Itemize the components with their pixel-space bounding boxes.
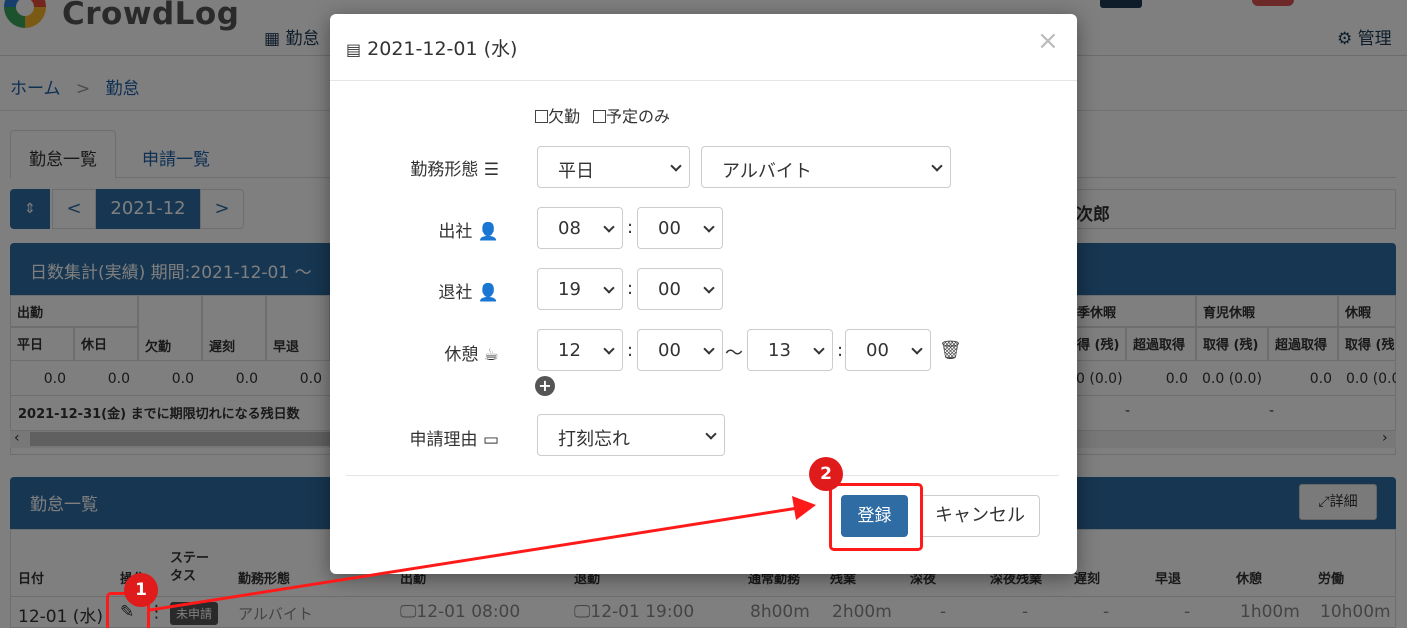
arrow-line bbox=[149, 506, 799, 612]
annotation-arrow bbox=[149, 496, 816, 612]
arrow-head bbox=[792, 496, 816, 520]
